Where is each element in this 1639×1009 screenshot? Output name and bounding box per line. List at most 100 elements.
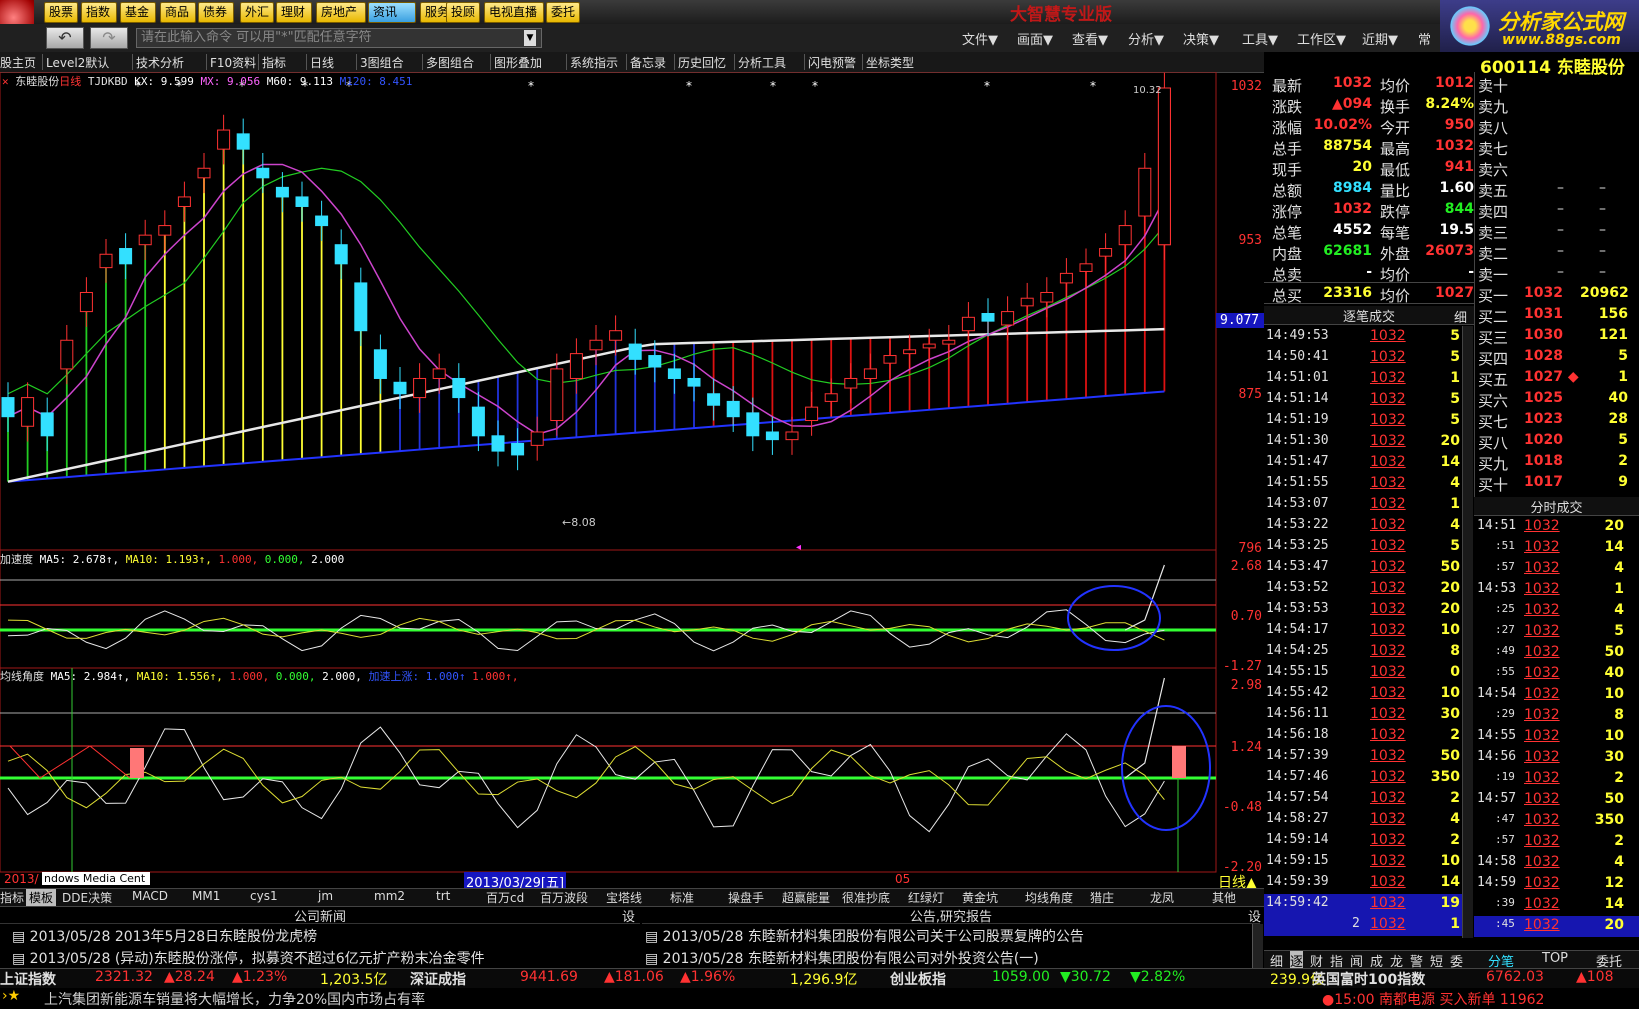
indicator-tab-4[interactable]: MM1 — [192, 889, 220, 903]
company-news-item-1[interactable]: ▤ 2013/05/28 (异动)东睦股份涨停，拟募资不超过6亿元扩产粉末冶金零… — [12, 948, 485, 968]
toolbar-item-10[interactable]: 备忘录 — [630, 54, 666, 71]
indicator-tab-8[interactable]: trt — [436, 889, 450, 903]
sub1params-1: MA10: 1.193↑, — [119, 553, 212, 566]
announcement-title: 公告,研究报告 — [909, 910, 993, 925]
divider — [1264, 282, 1474, 283]
indicator-tab-10[interactable]: 百万波段 — [540, 889, 588, 906]
back-arrow-icon[interactable]: ↶ — [46, 27, 84, 49]
command-dropdown-icon[interactable]: ▼ — [524, 30, 536, 46]
toolbar-item-2[interactable]: 技术分析 — [136, 54, 184, 71]
sell-volume: – — [1599, 222, 1606, 238]
indicator-tab-5[interactable]: cys1 — [250, 889, 278, 903]
toolbar-item-1[interactable]: Level2默认 — [46, 54, 109, 71]
toolbar-item-12[interactable]: 分析工具 — [738, 54, 786, 71]
tick-price: 1032 — [1370, 643, 1406, 659]
fs-time: :45 — [1495, 917, 1515, 930]
tick-volume: 20 — [1440, 433, 1460, 449]
quick-btn-11[interactable]: 电视直播 — [484, 2, 544, 23]
menu-4[interactable]: 决策▼ — [1183, 29, 1219, 48]
indicator-tab-21[interactable]: 其他 — [1212, 889, 1236, 906]
toolbar-item-3[interactable]: F10资料 — [210, 54, 256, 71]
tick-price: 1032 — [1370, 685, 1406, 701]
buy-price: 1020 — [1524, 432, 1563, 448]
tick-time: 14:51:30 — [1266, 433, 1329, 448]
menu-6[interactable]: 工作区▼ — [1297, 29, 1346, 48]
quick-btn-4[interactable]: 债券 — [198, 2, 234, 23]
toolbar-item-7[interactable]: 多图组合 — [426, 54, 474, 71]
indicator-tab-1[interactable]: 模板 — [26, 889, 57, 906]
news-right-settings[interactable]: 设 — [1248, 906, 1261, 925]
indicator-tab-2[interactable]: DDE决策 — [62, 889, 112, 906]
company-news-item-0[interactable]: ▤ 2013/05/28 2013年5月28日东睦股份龙虎榜 — [12, 926, 317, 946]
toolbar-item-4[interactable]: 指标 — [262, 54, 286, 71]
quick-btn-3[interactable]: 商品 — [160, 2, 196, 23]
menu-0[interactable]: 文件▼ — [962, 29, 998, 48]
indicator-tab-17[interactable]: 黄金坑 — [962, 889, 998, 906]
indicator-tab-14[interactable]: 超赢能量 — [782, 889, 830, 906]
command-input[interactable]: 请在此输入命令 可以用"*"匹配任意字符 — [136, 28, 542, 48]
indicator-tab-9[interactable]: 百万cd — [486, 889, 524, 906]
candle-body — [217, 129, 231, 150]
quote-tab2-1[interactable]: TOP — [1542, 951, 1568, 966]
quick-btn-6[interactable]: 理财 — [276, 2, 312, 23]
toolbar-item-13[interactable]: 闪电预警 — [808, 54, 856, 71]
quick-btn-0[interactable]: 股票 — [44, 2, 79, 23]
quick-btn-8[interactable]: 资讯 — [368, 2, 416, 23]
ticks-detail-button[interactable]: 细 — [1454, 307, 1467, 326]
quick-btn-10[interactable]: 投顾 — [446, 2, 481, 23]
quick-btn-2[interactable]: 基金 — [120, 2, 156, 23]
indicator-tab-6[interactable]: jm — [318, 889, 333, 903]
menu-3[interactable]: 分析▼ — [1128, 29, 1164, 48]
indicator-tab-15[interactable]: 很准抄底 — [842, 889, 890, 906]
ticker-right-text[interactable]: ●15:00 南都电源 买入新单 11962 — [1322, 989, 1544, 1009]
fs-volume: 12 — [1604, 875, 1624, 891]
indicator-tab-16[interactable]: 红绿灯 — [908, 889, 944, 906]
toolbar-item-11[interactable]: 历史回忆 — [678, 54, 726, 71]
price-axis-label-0: 1032 — [1230, 79, 1262, 94]
quick-btn-1[interactable]: 指数 — [81, 2, 117, 23]
tick-time: 14:59:15 — [1266, 853, 1329, 868]
star-mark: * — [984, 79, 990, 93]
indicator-tab-3[interactable]: MACD — [132, 889, 168, 903]
forward-arrow-icon[interactable]: ↷ — [90, 27, 128, 49]
tick-time: 14:49:53 — [1266, 328, 1329, 343]
buy-volume: 5 — [1618, 432, 1628, 448]
indicator-tab-12[interactable]: 标准 — [670, 889, 694, 906]
news-scrollbar[interactable] — [1252, 924, 1263, 968]
close-x-icon[interactable]: ✕ — [2, 75, 9, 88]
news-left-settings[interactable]: 设 — [622, 906, 635, 925]
chart-area[interactable]: * * * * * * * * * * *◂ — [0, 72, 1264, 888]
announcement-item-0[interactable]: ▤ 2013/05/28 东睦新材料集团股份有限公司关于公司股票复牌的公告 — [645, 926, 1084, 946]
ticker-left-text[interactable]: 上汽集团新能源车销量将大幅增长，力争20%国内市场占有率 — [44, 989, 425, 1009]
quick-btn-7[interactable]: 房地产 — [316, 2, 366, 23]
tick-volume: 4 — [1450, 475, 1460, 491]
indicator-tab-7[interactable]: mm2 — [374, 889, 405, 903]
toolbar-separator — [356, 54, 357, 70]
menu-1[interactable]: 画面▼ — [1017, 29, 1053, 48]
menu-8[interactable]: 常 — [1418, 29, 1431, 48]
menu-2[interactable]: 查看▼ — [1072, 29, 1108, 48]
indicator-tab-19[interactable]: 猎庄 — [1090, 889, 1114, 906]
tick-volume: 5 — [1450, 349, 1460, 365]
toolbar-item-8[interactable]: 图形叠加 — [494, 54, 542, 71]
toolbar-item-14[interactable]: 坐标类型 — [866, 54, 914, 71]
indicator-tab-11[interactable]: 宝塔线 — [606, 889, 642, 906]
toolbar-item-0[interactable]: 股主页 — [0, 54, 36, 71]
indicator-tab-0[interactable]: 指标 — [0, 889, 24, 906]
ticks-scrollbar[interactable] — [1462, 326, 1473, 938]
tick-time: 2 — [1352, 916, 1360, 931]
menu-5[interactable]: 工具▼ — [1242, 29, 1278, 48]
menu-7[interactable]: 近期▼ — [1362, 29, 1398, 48]
toolbar-item-9[interactable]: 系统指示 — [570, 54, 618, 71]
stat-label: 外盘 — [1380, 245, 1411, 263]
quick-btn-12[interactable]: 委托 — [546, 2, 581, 23]
toolbar-item-5[interactable]: 日线 — [310, 54, 334, 71]
indicator-tab-20[interactable]: 龙凤 — [1150, 889, 1174, 906]
tick-time: 14:56:18 — [1266, 727, 1329, 742]
quick-btn-5[interactable]: 外汇 — [240, 2, 275, 23]
indicator-tab-13[interactable]: 操盘手 — [728, 889, 764, 906]
announcement-item-1[interactable]: ▤ 2013/05/28 东睦新材料集团股份有限公司对外投资公告(一) — [645, 948, 1039, 968]
indicator-tab-18[interactable]: 均线角度 — [1025, 889, 1073, 906]
stat-value: 950 — [1444, 117, 1474, 133]
toolbar-item-6[interactable]: 3图组合 — [360, 54, 404, 71]
